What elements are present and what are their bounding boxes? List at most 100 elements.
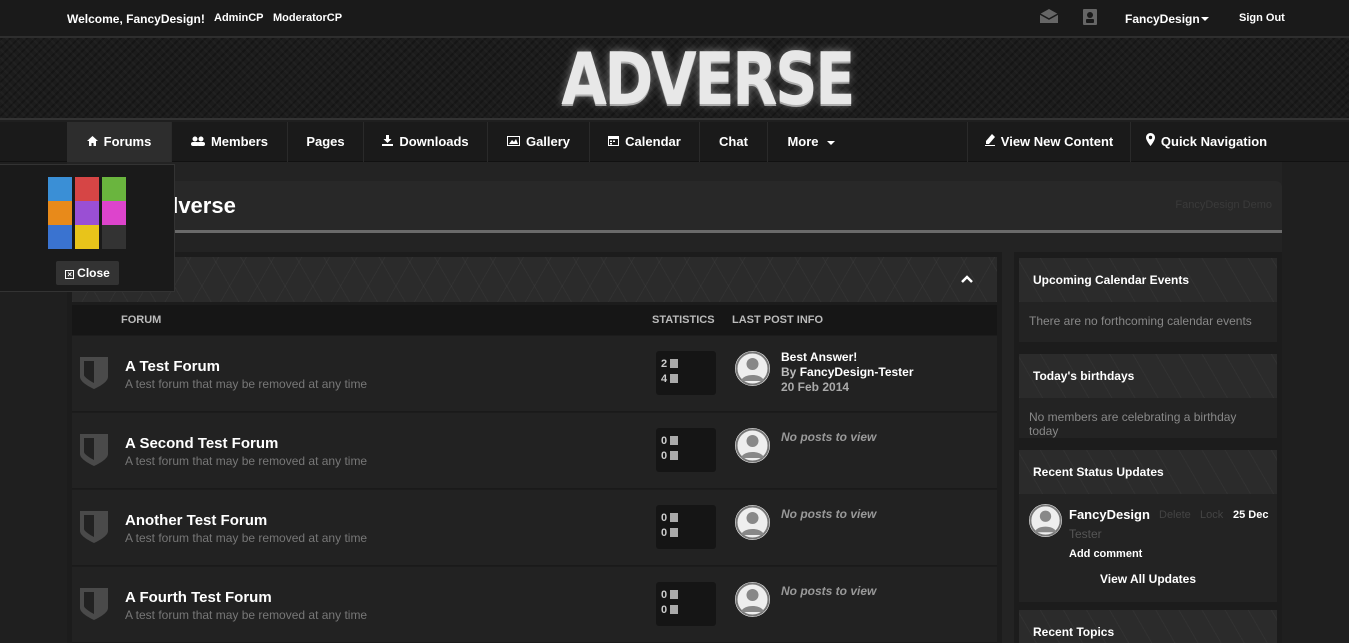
nav-members-label: Members bbox=[210, 134, 269, 149]
moderatorcp-link[interactable]: ModeratorCP bbox=[273, 12, 342, 24]
pen-icon bbox=[984, 134, 995, 146]
chevron-down-icon bbox=[826, 140, 835, 145]
chevron-down-icon[interactable] bbox=[1201, 17, 1209, 21]
nav-pages[interactable]: Pages bbox=[288, 122, 364, 162]
shield-icon bbox=[80, 357, 108, 389]
nav-gallery[interactable]: Gallery bbox=[488, 122, 590, 162]
forum-title[interactable]: A Fourth Test Forum bbox=[125, 589, 272, 606]
color-swatch[interactable] bbox=[102, 225, 126, 249]
nav-forums-label: Forums bbox=[103, 134, 152, 149]
recent-topics-title: Recent Topics bbox=[1019, 610, 1277, 643]
nav-view-new-content[interactable]: View New Content bbox=[967, 122, 1131, 162]
nav-chat[interactable]: Chat bbox=[700, 122, 768, 162]
forum-row: A Test Forum A test forum that may be re… bbox=[72, 336, 997, 412]
forum-title[interactable]: Another Test Forum bbox=[125, 512, 267, 529]
close-button-label: Close bbox=[77, 266, 110, 280]
reply-count-value: 4 bbox=[661, 373, 668, 385]
close-button[interactable]: × Close bbox=[56, 261, 119, 285]
color-swatch[interactable] bbox=[102, 201, 126, 225]
document-icon bbox=[670, 590, 679, 599]
topic-count-value: 0 bbox=[661, 512, 668, 524]
status-updates-title: Recent Status Updates bbox=[1019, 450, 1277, 494]
no-posts-text: No posts to view bbox=[781, 430, 877, 444]
nav-forums[interactable]: Forums bbox=[67, 122, 172, 162]
document-icon bbox=[670, 513, 679, 522]
forum-description: A test forum that may be removed at any … bbox=[125, 377, 368, 391]
close-icon: × bbox=[65, 270, 75, 279]
last-post-author-link[interactable]: FancyDesign-Tester bbox=[800, 365, 914, 379]
shield-icon bbox=[80, 588, 108, 620]
reply-count: 4 bbox=[661, 373, 679, 385]
topic-count: 2 bbox=[661, 358, 679, 370]
document-icon bbox=[670, 359, 679, 368]
last-post-date: 20 Feb 2014 bbox=[781, 380, 850, 394]
status-text: Tester bbox=[1069, 527, 1102, 541]
site-logo[interactable]: ADVERSE bbox=[561, 38, 855, 120]
nav-quick-navigation[interactable]: Quick Navigation bbox=[1131, 122, 1282, 162]
reply-count: 0 bbox=[661, 604, 679, 616]
topic-count-value: 0 bbox=[661, 435, 668, 447]
add-comment-link[interactable]: Add comment bbox=[1069, 548, 1142, 560]
color-swatch[interactable] bbox=[102, 177, 126, 201]
main-nav: Forums Members Pages Downloads Gallery C… bbox=[0, 122, 1349, 162]
nav-calendar[interactable]: Calendar bbox=[590, 122, 700, 162]
nav-quick-nav-label: Quick Navigation bbox=[1160, 134, 1268, 149]
reply-count-value: 0 bbox=[661, 604, 668, 616]
admincp-link[interactable]: AdminCP bbox=[214, 12, 264, 24]
user-bar: Welcome, FancyDesign! AdminCP ModeratorC… bbox=[0, 0, 1349, 38]
no-posts-text: No posts to view bbox=[781, 584, 877, 598]
forum-column-headers: FORUM STATISTICS LAST POST INFO bbox=[72, 305, 997, 335]
document-icon bbox=[670, 605, 679, 614]
nav-members[interactable]: Members bbox=[172, 122, 288, 162]
avatar-icon[interactable] bbox=[1029, 504, 1062, 537]
nav-more[interactable]: More bbox=[768, 122, 854, 162]
mail-icon[interactable] bbox=[1040, 9, 1058, 23]
color-swatch[interactable] bbox=[75, 177, 99, 201]
reply-count-value: 0 bbox=[661, 450, 668, 462]
color-swatch[interactable] bbox=[75, 201, 99, 225]
status-lock-link[interactable]: Lock bbox=[1200, 509, 1223, 521]
color-swatch[interactable] bbox=[75, 225, 99, 249]
topic-count: 0 bbox=[661, 589, 679, 601]
nav-gallery-label: Gallery bbox=[525, 134, 571, 149]
profile-icon[interactable] bbox=[1083, 9, 1097, 25]
reply-count: 0 bbox=[661, 450, 679, 462]
avatar-icon[interactable] bbox=[735, 351, 770, 386]
reply-count: 0 bbox=[661, 527, 679, 539]
calendar-events-body: There are no forthcoming calendar events bbox=[1019, 302, 1277, 342]
view-all-updates-link[interactable]: View All Updates bbox=[1019, 572, 1277, 586]
forum-title[interactable]: A Test Forum bbox=[125, 358, 220, 375]
color-swatch[interactable] bbox=[48, 201, 72, 225]
status-delete-link[interactable]: Delete bbox=[1159, 509, 1191, 521]
nav-view-new-label: View New Content bbox=[1000, 134, 1114, 149]
calendar-icon bbox=[608, 136, 620, 146]
forum-stats: 0 0 bbox=[656, 428, 716, 472]
users-icon bbox=[190, 136, 205, 146]
chevron-up-icon[interactable] bbox=[961, 273, 973, 285]
birthdays-title: Today's birthdays bbox=[1019, 354, 1277, 398]
nav-downloads[interactable]: Downloads bbox=[364, 122, 488, 162]
sign-out-link[interactable]: Sign Out bbox=[1239, 12, 1285, 24]
forum-stats: 0 0 bbox=[656, 582, 716, 626]
status-username[interactable]: FancyDesign bbox=[1069, 507, 1150, 522]
status-date: 25 Dec bbox=[1233, 509, 1269, 521]
image-icon bbox=[506, 136, 520, 146]
header-banner: ADVERSE bbox=[0, 38, 1349, 120]
birthdays-block: Today's birthdays No members are celebra… bbox=[1019, 354, 1277, 438]
forum-row: A Fourth Test Forum A test forum that ma… bbox=[72, 567, 997, 643]
last-post-title[interactable]: Best Answer! bbox=[781, 350, 857, 364]
last-post-by-prefix: By bbox=[781, 365, 797, 379]
welcome-text[interactable]: Welcome, FancyDesign! bbox=[67, 12, 205, 26]
color-swatch[interactable] bbox=[48, 225, 72, 249]
forum-stats: 2 4 bbox=[656, 351, 716, 395]
document-icon bbox=[670, 436, 679, 445]
calendar-events-block: Upcoming Calendar Events There are no fo… bbox=[1019, 258, 1277, 342]
reply-count-value: 0 bbox=[661, 527, 668, 539]
col-last-post: LAST POST INFO bbox=[732, 314, 824, 326]
user-menu[interactable]: FancyDesign bbox=[1125, 12, 1200, 26]
forum-description: A test forum that may be removed at any … bbox=[125, 531, 368, 545]
col-forum: FORUM bbox=[121, 314, 162, 326]
forum-title[interactable]: A Second Test Forum bbox=[125, 435, 278, 452]
color-swatch[interactable] bbox=[48, 177, 72, 201]
topic-count: 0 bbox=[661, 512, 679, 524]
